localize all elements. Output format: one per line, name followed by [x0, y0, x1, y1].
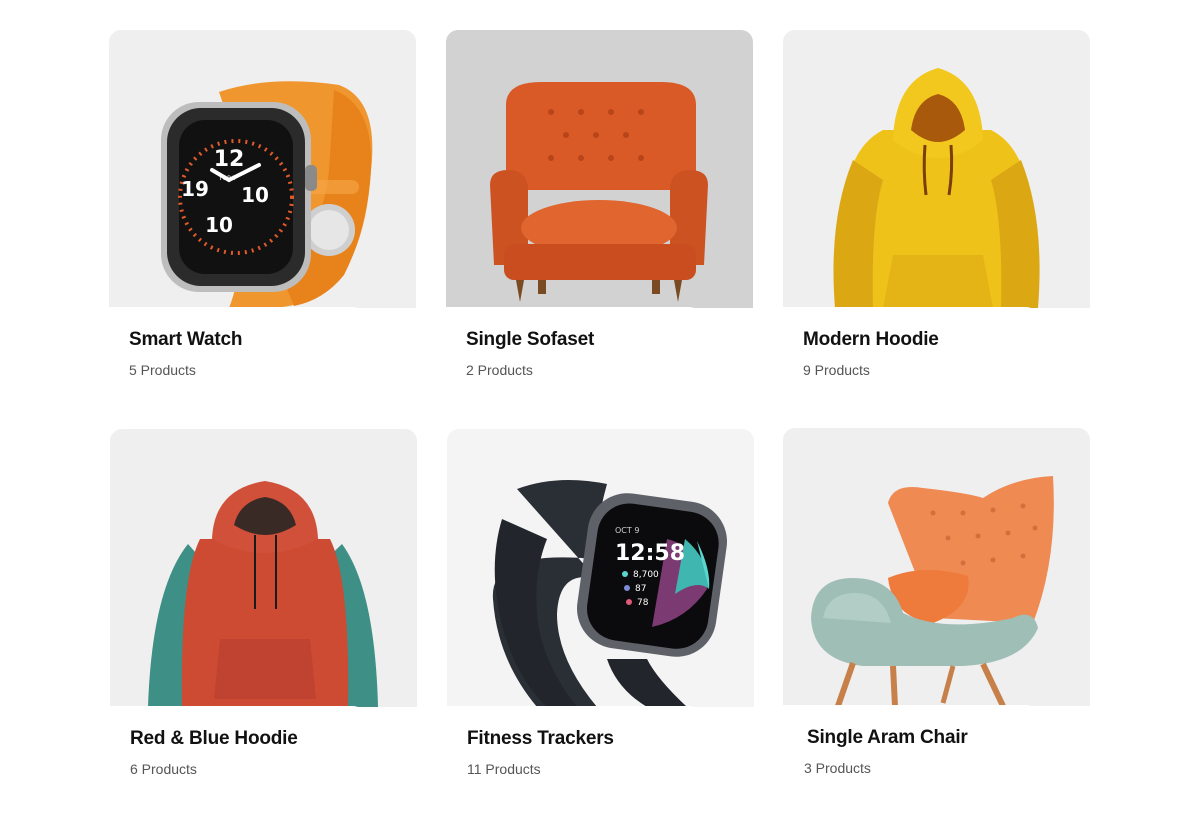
fitness-tracker-image: OCT 9 12:58 8,700 87 78: [447, 429, 754, 707]
watch-hour-12: 12: [214, 147, 245, 172]
category-card-single-sofaset[interactable]: Single Sofaset 2 Products: [446, 30, 753, 398]
watch-hour-10-bottom: 10: [205, 213, 233, 237]
category-label-box: Single Sofaset 2 Products: [446, 307, 701, 398]
smart-watch-image: 12 19 10 10 TORA: [109, 30, 416, 309]
category-label-box: Single Aram Chair 3 Products: [783, 705, 1038, 796]
tracker-steps: 8,700: [633, 570, 659, 580]
tracker-date: OCT 9: [615, 526, 639, 535]
tracker-heart-rate: 78: [637, 598, 649, 608]
category-product-count: 6 Products: [130, 761, 197, 777]
category-product-count: 9 Products: [803, 362, 870, 378]
category-card-modern-hoodie[interactable]: Modern Hoodie 9 Products: [783, 30, 1090, 398]
watch-hour-19: 19: [181, 177, 209, 201]
category-card-single-aram-chair[interactable]: Single Aram Chair 3 Products: [783, 428, 1090, 796]
category-title: Single Aram Chair: [807, 727, 968, 748]
armchair-image: [446, 30, 753, 308]
category-product-count: 11 Products: [467, 761, 541, 777]
category-product-count: 5 Products: [129, 362, 196, 378]
tracker-time: 12:58: [615, 541, 685, 566]
category-card-smart-watch[interactable]: 12 19 10 10 TORA Smart Watch 5 Products: [109, 30, 416, 398]
category-title: Smart Watch: [129, 329, 243, 350]
category-card-red-blue-hoodie[interactable]: Red & Blue Hoodie 6 Products: [110, 429, 417, 797]
category-title: Fitness Trackers: [467, 728, 614, 749]
category-card-fitness-trackers[interactable]: OCT 9 12:58 8,700 87 78 Fitness Trackers…: [447, 429, 754, 797]
category-product-count: 3 Products: [804, 760, 871, 776]
category-title: Red & Blue Hoodie: [130, 728, 298, 749]
tracker-calories: 87: [635, 584, 646, 594]
category-label-box: Modern Hoodie 9 Products: [783, 307, 1038, 398]
red-blue-hoodie-image: [110, 429, 417, 707]
category-product-count: 2 Products: [466, 362, 533, 378]
watch-hour-10-right: 10: [241, 183, 269, 207]
category-label-box: Smart Watch 5 Products: [109, 307, 364, 398]
yellow-hoodie-image: [783, 30, 1090, 308]
category-label-box: Fitness Trackers 11 Products: [447, 706, 702, 797]
category-title: Modern Hoodie: [803, 329, 939, 350]
category-label-box: Red & Blue Hoodie 6 Products: [110, 706, 365, 797]
lounge-chair-image: [783, 428, 1090, 708]
category-title: Single Sofaset: [466, 329, 595, 350]
